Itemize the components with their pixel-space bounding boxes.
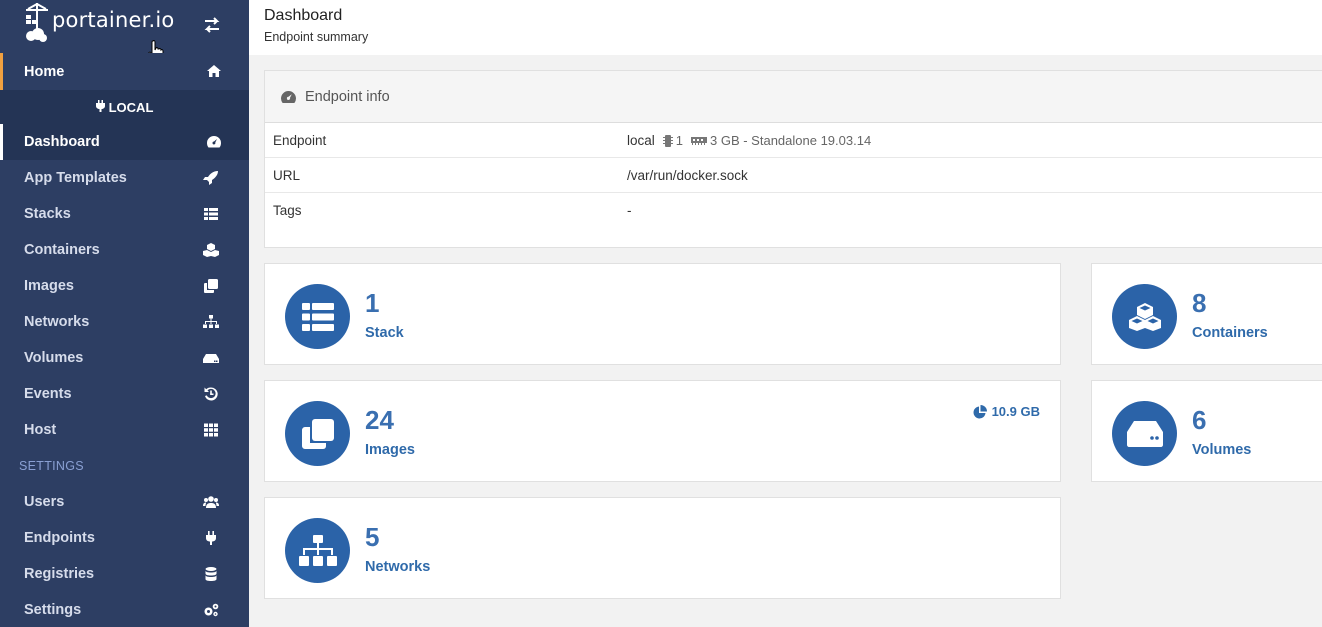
sidebar-item-settings[interactable]: Settings: [0, 592, 249, 627]
history-icon: [203, 387, 219, 401]
plug-icon: [95, 99, 105, 115]
settings-section-header: SETTINGS: [19, 459, 84, 473]
sitemap-icon: [203, 315, 219, 329]
endpoint-row: Endpoint local 1 3 GB - Standalone 19.03…: [265, 123, 1322, 158]
volumes-count: 6: [1192, 405, 1207, 435]
sidebar-item-label: Images: [24, 278, 74, 294]
panel-title: Endpoint info: [305, 88, 390, 105]
images-size: 10.9 GB: [973, 404, 1040, 419]
plug-icon: [203, 531, 219, 545]
sidebar-item-label: Containers: [24, 242, 100, 258]
sidebar: portainer.io Home LOCAL Dashboard App Te…: [0, 0, 249, 627]
page-title: Dashboard: [264, 7, 343, 24]
page-subtitle: Endpoint summary: [264, 30, 369, 44]
sidebar-item-label: Dashboard: [24, 134, 100, 150]
row-value: local 1 3 GB - Standalone 19.03.14: [627, 133, 871, 148]
sidebar-item-stacks[interactable]: Stacks: [0, 196, 249, 232]
cogs-icon: [203, 603, 219, 617]
stacks-label: Stack: [365, 325, 404, 341]
networks-count: 5: [365, 522, 380, 552]
clone-icon: [285, 401, 350, 466]
sidebar-item-events[interactable]: Events: [0, 376, 249, 412]
sidebar-item-volumes[interactable]: Volumes: [0, 340, 249, 376]
sidebar-item-label: Stacks: [24, 206, 71, 222]
sidebar-endpoint-header: LOCAL: [0, 90, 249, 124]
sidebar-item-label: Networks: [24, 314, 90, 330]
brand-name: portainer.io: [52, 8, 175, 32]
users-icon: [203, 495, 219, 509]
sidebar-item-label: Home: [24, 63, 65, 80]
clone-icon: [203, 279, 219, 293]
sidebar-item-endpoints[interactable]: Endpoints: [0, 520, 249, 556]
endpoint-resources: 1 3 GB - Standalone 19.03.14: [662, 133, 872, 148]
sidebar-item-registries[interactable]: Registries: [0, 556, 249, 592]
row-value: /var/run/docker.sock: [627, 168, 748, 183]
containers-widget[interactable]: 8 Containers: [1091, 263, 1322, 365]
stacks-count: 1: [365, 288, 380, 318]
volumes-label: Volumes: [1192, 442, 1252, 458]
containers-count: 8: [1192, 288, 1207, 318]
cpu-count: 1: [675, 133, 683, 148]
images-size-value: 10.9 GB: [991, 404, 1040, 419]
sidebar-item-containers[interactable]: Containers: [0, 232, 249, 268]
endpoint-name: LOCAL: [108, 99, 154, 115]
sidebar-item-label: Users: [24, 494, 65, 510]
images-widget[interactable]: 24 Images 10.9 GB: [264, 380, 1061, 482]
hdd-icon: [203, 351, 219, 365]
sidebar-item-networks[interactable]: Networks: [0, 304, 249, 340]
sidebar-item-host[interactable]: Host: [0, 412, 249, 448]
images-count: 24: [365, 405, 394, 435]
row-value: -: [627, 203, 632, 218]
hdd-icon: [1112, 401, 1177, 466]
stacks-widget[interactable]: 1 Stack: [264, 263, 1061, 365]
memory-info: 3 GB - Standalone 19.03.14: [710, 133, 872, 148]
row-key: Tags: [273, 203, 302, 218]
endpoint-name: local: [627, 133, 655, 148]
sidebar-item-label: Host: [24, 422, 57, 438]
portainer-logo[interactable]: portainer.io: [24, 3, 174, 43]
database-icon: [203, 567, 219, 581]
cubes-icon: [1112, 284, 1177, 349]
tags-row: Tags -: [265, 193, 1322, 228]
sidebar-item-label: App Templates: [24, 170, 127, 186]
sidebar-item-label: Events: [24, 386, 72, 402]
tachometer-icon: [206, 135, 222, 149]
sidebar-item-app-templates[interactable]: App Templates: [0, 160, 249, 196]
sidebar-item-users[interactable]: Users: [0, 484, 249, 520]
sitemap-icon: [285, 518, 350, 583]
sidebar-item-dashboard[interactable]: Dashboard: [0, 124, 249, 160]
toggle-sidebar-icon[interactable]: [203, 16, 221, 34]
th-list-icon: [285, 284, 350, 349]
sidebar-item-images[interactable]: Images: [0, 268, 249, 304]
memory-icon: [691, 136, 707, 145]
sidebar-item-label: Registries: [24, 566, 95, 582]
microchip-icon: [662, 134, 673, 147]
networks-widget[interactable]: 5 Networks: [264, 497, 1061, 599]
containers-label: Containers: [1192, 325, 1268, 341]
endpoint-info-header: Endpoint info: [265, 71, 1322, 123]
row-key: URL: [273, 168, 301, 183]
rocket-icon: [203, 171, 219, 185]
brand: portainer.io: [0, 0, 249, 63]
sidebar-item-label: Endpoints: [24, 530, 95, 546]
sidebar-item-label: Volumes: [24, 350, 84, 366]
volumes-widget[interactable]: 6 Volumes: [1091, 380, 1322, 482]
cubes-icon: [203, 243, 219, 257]
endpoint-info-panel: Endpoint info Endpoint local 1 3 GB - St…: [264, 70, 1322, 248]
sidebar-item-label: Settings: [24, 602, 82, 618]
page-header: Dashboard Endpoint summary: [249, 0, 1322, 55]
th-icon: [203, 423, 219, 437]
sidebar-item-home[interactable]: Home: [0, 53, 249, 90]
home-icon: [206, 64, 222, 78]
tachometer-icon: [281, 90, 296, 103]
row-key: Endpoint: [273, 133, 327, 148]
url-row: URL /var/run/docker.sock: [265, 158, 1322, 193]
networks-label: Networks: [365, 559, 431, 575]
images-label: Images: [365, 442, 415, 458]
portainer-crane-icon: [26, 3, 48, 42]
th-list-icon: [203, 207, 219, 221]
pie-chart-icon: [973, 404, 987, 418]
